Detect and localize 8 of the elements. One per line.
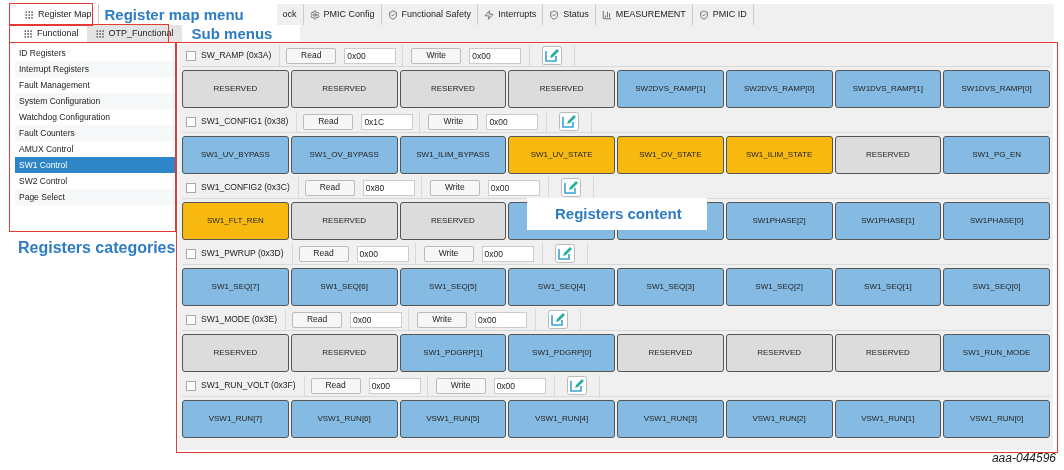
register-name: SW1_MODE (0x3E) <box>201 313 278 326</box>
register-name: SW1_CONFIG1 (0x38) <box>201 115 289 128</box>
register-name: SW_RAMP (0x3A) <box>201 49 272 62</box>
callout-tooltip: Registers content <box>527 198 707 230</box>
register-name: SW1_CONFIG2 (0x3C) <box>201 181 290 194</box>
figure-id: aaa-044596 <box>991 450 1056 467</box>
register-name: SW1_RUN_VOLT (0x3F) <box>201 379 296 392</box>
register-name: SW1_PWRUP (0x3D) <box>201 247 284 260</box>
